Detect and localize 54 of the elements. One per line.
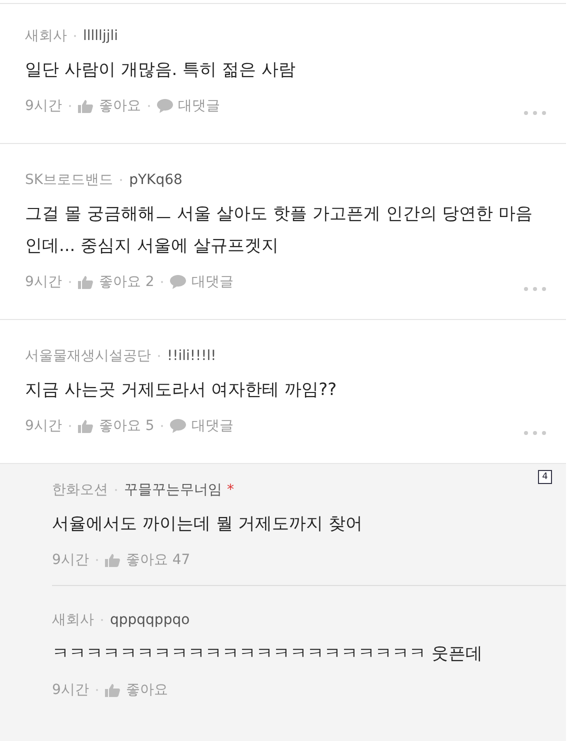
separator-dot [161, 281, 164, 283]
thumbs-up-icon [78, 419, 94, 433]
reply-count-badge: 4 [538, 470, 552, 484]
reply-button[interactable]: 대댓글 [156, 97, 220, 115]
timestamp: 9시간 [25, 97, 62, 115]
separator-dot [74, 35, 76, 37]
more-options-icon[interactable] [524, 111, 546, 115]
thumbs-up-icon [78, 275, 94, 289]
separator-dot [96, 689, 98, 691]
timestamp: 9시간 [25, 273, 62, 291]
carrier-name: 한화오션 [52, 481, 108, 499]
user-id[interactable]: llllljjli [83, 28, 118, 44]
user-id[interactable]: pYKq68 [129, 172, 182, 188]
separator-dot [161, 425, 164, 427]
speech-bubble-icon [170, 275, 186, 289]
like-button[interactable]: 좋아요 [78, 97, 141, 115]
thumbs-up-icon [78, 99, 94, 113]
reply-button[interactable]: 대댓글 [170, 273, 234, 291]
more-options-icon[interactable] [524, 431, 546, 435]
user-id[interactable]: !!ili!!!l! [167, 348, 216, 364]
user-id[interactable]: qppqqppqo [110, 612, 190, 628]
separator-dot [115, 489, 117, 491]
comment-text: 일단 사람이 개많음. 특히 젊은 사람 [25, 59, 296, 82]
timestamp: 9시간 [52, 681, 89, 699]
thumbs-up-icon [104, 683, 121, 697]
separator-dot [68, 105, 71, 107]
reply-text: 서율에서도 까이는데 뭘 거제도까지 찾어 [52, 513, 364, 536]
carrier-name: 새회사 [25, 27, 67, 45]
separator-dot [158, 355, 160, 357]
best-mark: * [227, 482, 234, 498]
carrier-name: SK브로드밴드 [25, 171, 114, 189]
carrier-name: 서울물재생시설공단 [25, 347, 151, 365]
like-button[interactable]: 좋아요 47 [104, 551, 190, 569]
user-id[interactable]: 꾸믈꾸는무너임 [124, 481, 222, 499]
separator-dot [120, 179, 122, 181]
speech-bubble-icon [170, 419, 186, 433]
separator-dot [148, 105, 150, 107]
separator-dot [68, 425, 71, 427]
timestamp: 9시간 [25, 417, 62, 435]
like-button[interactable]: 좋아요 5 [78, 417, 154, 435]
speech-bubble-icon [156, 99, 173, 113]
reply-text: ㅋㅋㅋㅋㅋㅋㅋㅋㅋㅋㅋㅋㅋㅋㅋㅋㅋㅋㅋㅋㅋㅋ 웃픈데 [52, 643, 484, 666]
comment-text: 그걸 몰 궁금해해ㅡ 서울 살아도 핫플 가고픈게 인간의 당연한 마음인데... 중심지 서울에 살규프겟지 [25, 203, 534, 258]
reply-button[interactable]: 대댓글 [170, 417, 234, 435]
timestamp: 9시간 [52, 551, 89, 569]
comment-text: 지금 사는곳 거제도라서 여자한테 까임?? [25, 379, 338, 402]
separator-dot [101, 619, 103, 621]
like-button[interactable]: 좋아요 [104, 681, 168, 699]
carrier-name: 새회사 [52, 611, 94, 629]
like-button[interactable]: 좋아요 2 [78, 273, 154, 291]
separator-dot [68, 281, 71, 283]
more-options-icon[interactable] [524, 287, 546, 291]
thumbs-up-icon [104, 553, 121, 567]
separator-dot [96, 559, 98, 561]
